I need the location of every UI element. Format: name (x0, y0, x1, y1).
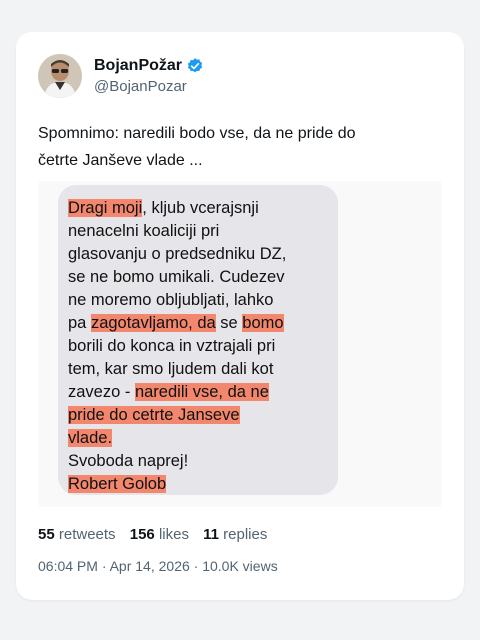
tweet-media-image[interactable]: Dragi moji, kljub vcerajsnji nenacelni k… (38, 181, 442, 507)
avatar-photo (38, 54, 82, 98)
highlighted-text: naredili vse, da ne (134, 383, 269, 401)
engagement-stats: 55 retweets 156 likes 11 replies (38, 526, 277, 543)
tweet-text: Spomnimo: naredili bodo vse, da ne pride… (38, 120, 438, 174)
message-line: zavezo - naredili vse, da ne (68, 383, 269, 401)
message-line: borili do konca in vztrajali pri (68, 337, 276, 355)
tweet-text-line: četrte Janševe vlade ... (38, 152, 203, 169)
message-line: pride do cetrte Janseve (68, 404, 338, 427)
tweet-card: BojanPožar @BojanPozar Spomnimo: naredil… (16, 32, 464, 600)
replies-stat[interactable]: 11 replies (203, 526, 267, 543)
message-line: glasovanju o predsedniku DZ, (68, 245, 287, 263)
message-line: se ne bomo umikali. Cudezev (68, 268, 285, 286)
message-line: nenacelni koaliciji pri (68, 222, 220, 240)
likes-stat[interactable]: 156 likes (130, 526, 189, 543)
highlighted-text: pride do cetrte Janseve (68, 406, 240, 424)
message-line: pa zagotavljamo, da se bomo (68, 314, 284, 332)
message-line: Robert Golob (68, 473, 338, 496)
highlighted-text: Robert Golob (68, 475, 167, 493)
avatar[interactable] (38, 54, 82, 98)
highlighted-text: Dragi moji (68, 199, 143, 217)
message-line: Svoboda naprej! (68, 452, 189, 470)
handle[interactable]: @BojanPozar (94, 78, 187, 95)
verified-badge-icon (187, 58, 203, 73)
message-line: vlade. (68, 427, 338, 450)
message-line: Dragi moji, kljub vcerajsnji (68, 199, 259, 217)
message-line: ne moremo obljubljati, lahko (68, 291, 274, 309)
tweet-text-line: Spomnimo: naredili bodo vse, da ne pride… (38, 125, 356, 142)
retweets-stat[interactable]: 55 retweets (38, 526, 116, 543)
highlighted-text: bomo (242, 314, 284, 332)
highlighted-text: zagotavljamo, da (90, 314, 216, 332)
tweet-timestamp[interactable]: 06:04 PM · Apr 14, 2026 · 10.0K views (38, 558, 278, 574)
message-text: Dragi moji, kljub vcerajsnji nenacelni k… (68, 197, 338, 496)
highlighted-text: vlade. (68, 429, 113, 447)
message-line: tem, kar smo ljudem dali kot (68, 360, 274, 378)
display-name[interactable]: BojanPožar (94, 57, 182, 75)
